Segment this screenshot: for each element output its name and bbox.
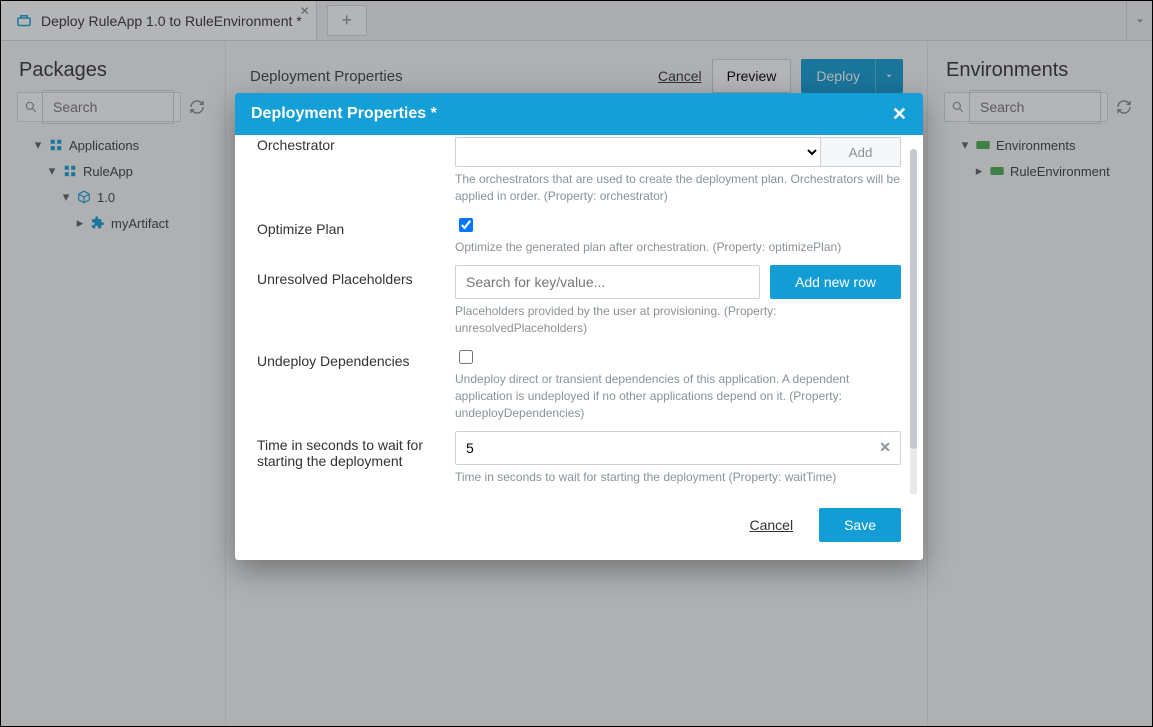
label-wait-time: Time in seconds to wait for starting the… xyxy=(257,431,455,469)
orchestrator-select-group: Add xyxy=(455,137,901,167)
label-undeploy: Undeploy Dependencies xyxy=(257,347,455,369)
help-placeholders: Placeholders provided by the user at pro… xyxy=(455,303,901,337)
modal-footer: Cancel Save xyxy=(235,494,923,560)
label-orchestrator: Orchestrator xyxy=(257,137,455,153)
row-orchestrator: Orchestrator Add The orchestrators that … xyxy=(257,137,901,205)
optimize-checkbox[interactable] xyxy=(459,218,473,232)
modal-cancel-link[interactable]: Cancel xyxy=(749,517,793,533)
placeholders-search-input[interactable] xyxy=(455,265,760,299)
scrollbar-thumb[interactable] xyxy=(910,149,917,449)
modal-body: Orchestrator Add The orchestrators that … xyxy=(235,135,923,494)
help-wait-time: Time in seconds to wait for starting the… xyxy=(455,469,901,486)
undeploy-checkbox[interactable] xyxy=(459,350,473,364)
label-optimize: Optimize Plan xyxy=(257,215,455,237)
orchestrator-select[interactable] xyxy=(455,137,821,167)
help-orchestrator: The orchestrators that are used to creat… xyxy=(455,171,901,205)
deployment-properties-modal: Deployment Properties * ✕ Orchestrator A… xyxy=(235,93,923,560)
modal-titlebar: Deployment Properties * ✕ xyxy=(235,93,923,135)
save-button[interactable]: Save xyxy=(819,508,901,542)
clear-icon[interactable]: ✕ xyxy=(879,439,891,456)
wait-time-input[interactable] xyxy=(455,431,901,465)
row-placeholders: Unresolved Placeholders Add new row Plac… xyxy=(257,265,901,337)
row-wait-time: Time in seconds to wait for starting the… xyxy=(257,431,901,486)
close-icon[interactable]: ✕ xyxy=(892,104,907,125)
label-placeholders: Unresolved Placeholders xyxy=(257,265,455,287)
row-optimize: Optimize Plan Optimize the generated pla… xyxy=(257,215,901,256)
orchestrator-add-button[interactable]: Add xyxy=(821,137,901,167)
help-optimize: Optimize the generated plan after orches… xyxy=(455,239,901,256)
modal-title-text: Deployment Properties * xyxy=(251,105,437,123)
help-undeploy: Undeploy direct or transient dependencie… xyxy=(455,371,901,421)
add-new-row-button[interactable]: Add new row xyxy=(770,265,901,299)
row-undeploy: Undeploy Dependencies Undeploy direct or… xyxy=(257,347,901,421)
